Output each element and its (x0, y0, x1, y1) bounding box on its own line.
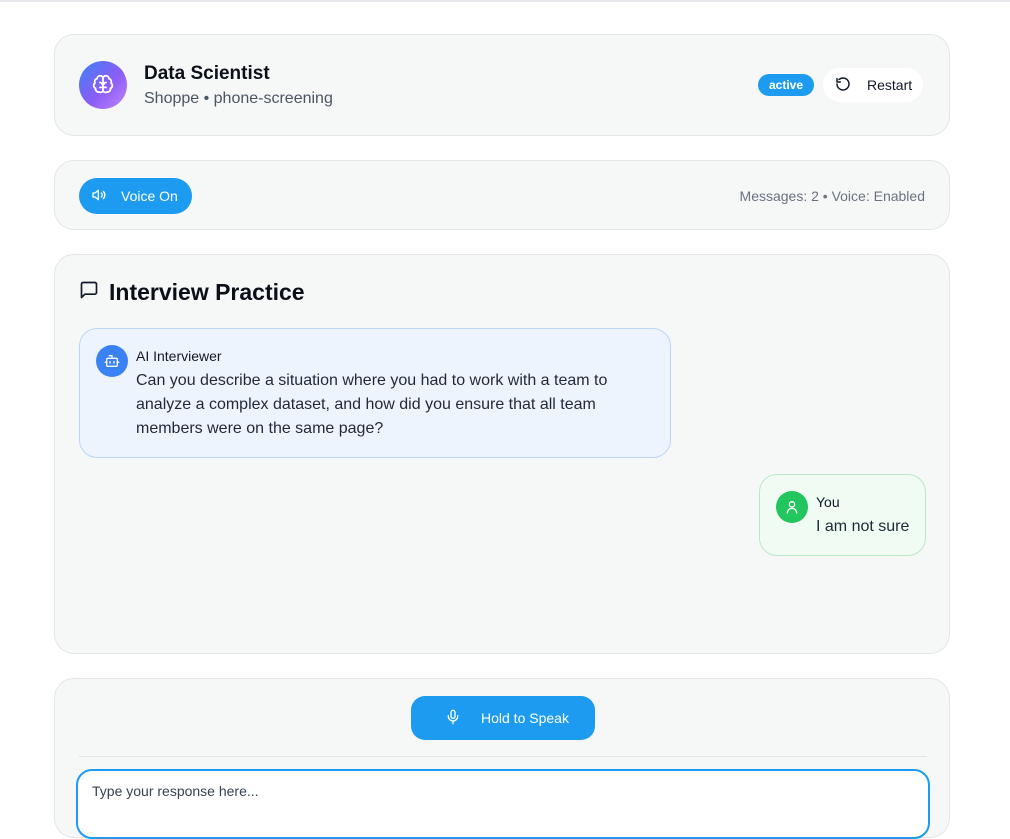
user-message: You I am not sure (759, 474, 926, 556)
ai-message: AI Interviewer Can you describe a situat… (79, 328, 671, 458)
bot-icon (96, 345, 128, 377)
restart-label: Restart (867, 77, 913, 93)
divider (79, 756, 927, 757)
voice-toggle-label: Voice On (121, 188, 178, 204)
chat-panel: Interview Practice AI Interviewer Can yo… (54, 254, 950, 654)
session-subtitle: Shoppe • phone-screening (144, 90, 333, 107)
session-meta: Messages: 2 • Voice: Enabled (739, 188, 925, 204)
session-header-card: Data Scientist Shoppe • phone-screening … (54, 34, 950, 136)
hold-to-speak-button[interactable]: Hold to Speak (411, 696, 595, 740)
restart-icon (835, 76, 851, 95)
hold-to-speak-label: Hold to Speak (481, 710, 569, 726)
user-icon (776, 491, 808, 523)
message-text: Can you describe a situation where you h… (136, 372, 608, 437)
volume-icon (91, 187, 107, 206)
top-divider (0, 0, 1010, 2)
microphone-icon (445, 709, 461, 728)
restart-button[interactable]: Restart (823, 68, 923, 102)
voice-toggle-button[interactable]: Voice On (79, 178, 192, 214)
voice-status-bar: Voice On Messages: 2 • Voice: Enabled (54, 160, 950, 230)
response-input[interactable] (76, 769, 930, 839)
page-title: Data Scientist (144, 63, 270, 84)
message-text: I am not sure (816, 518, 910, 535)
brain-icon (79, 61, 127, 109)
chat-title: Interview Practice (109, 279, 305, 305)
message-sender: AI Interviewer (136, 348, 222, 364)
status-badge: active (758, 74, 815, 96)
message-square-icon (79, 280, 99, 305)
chat-header: Interview Practice (79, 279, 305, 306)
response-panel: Hold to Speak (54, 678, 950, 839)
message-sender: You (816, 494, 840, 510)
